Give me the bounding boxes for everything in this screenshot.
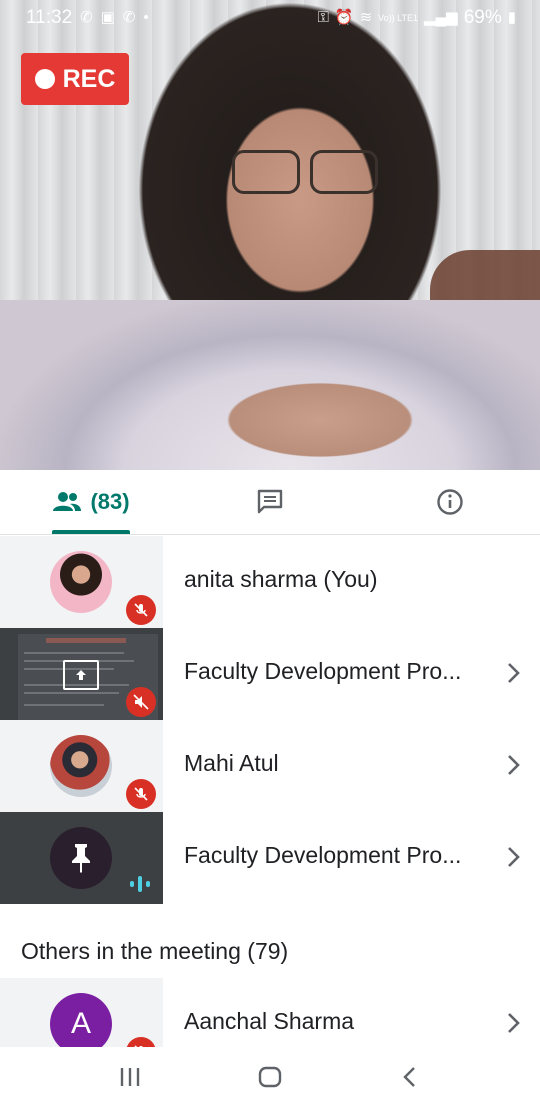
avatar	[50, 735, 112, 797]
system-nav-bar	[0, 1047, 540, 1110]
chevron-right-icon[interactable]	[506, 844, 522, 870]
avatar-initial: A	[70, 1007, 91, 1040]
participant-thumbnail	[0, 720, 163, 812]
participant-thumbnail	[0, 628, 163, 720]
mic-off-icon	[126, 595, 156, 625]
tab-bar: (83)	[0, 470, 540, 535]
participant-row[interactable]: Faculty Development Pro...	[0, 812, 540, 904]
chevron-right-icon[interactable]	[506, 752, 522, 778]
tab-people[interactable]: (83)	[0, 470, 182, 534]
participant-row[interactable]: Mahi Atul	[0, 720, 540, 812]
volume-off-icon	[126, 687, 156, 717]
network-label: Vo)) LTE1	[378, 12, 418, 23]
participant-thumbnail	[0, 536, 163, 628]
audio-speaking-icon	[130, 876, 150, 892]
people-count: (83)	[90, 489, 130, 514]
people-icon	[53, 492, 82, 511]
rec-label: REC	[62, 64, 116, 93]
participant-name: Faculty Development Pro...	[184, 842, 462, 868]
participant-row[interactable]: Faculty Development Pro...	[0, 628, 540, 720]
speaker-hands	[170, 360, 470, 470]
key-icon: ⚿	[317, 9, 329, 26]
participant-name: anita sharma (You)	[184, 566, 378, 592]
participant-name: Aanchal Sharma	[184, 1008, 355, 1034]
record-dot-icon	[34, 69, 55, 89]
signal-icon: ▂▄▆	[424, 9, 458, 26]
tab-info[interactable]	[360, 470, 540, 534]
info-icon	[437, 489, 463, 515]
pin-icon	[72, 844, 90, 873]
mic-off-icon	[126, 779, 156, 809]
active-tab-indicator	[52, 530, 130, 534]
avatar	[50, 551, 112, 613]
home-icon[interactable]	[258, 1065, 282, 1089]
avatar: A	[50, 993, 112, 1055]
screen-share-icon	[63, 660, 99, 690]
whatsapp-icon: ✆	[80, 9, 93, 26]
chevron-right-icon[interactable]	[506, 660, 522, 686]
gallery-icon: ▣	[100, 9, 115, 26]
chat-icon	[257, 489, 283, 514]
speaker-glasses	[232, 150, 382, 194]
status-bar: 11:32 ✆ ▣ ✆ • ⚿ ⏰ ≋ Vo)) LTE1 ▂▄▆ 69% ▮	[0, 0, 540, 34]
others-section-title: Others in the meeting (79)	[21, 938, 289, 964]
participant-name: Mahi Atul	[184, 750, 279, 776]
call-icon: ✆	[122, 9, 136, 26]
chevron-right-icon[interactable]	[506, 1010, 522, 1036]
recording-indicator[interactable]: REC	[21, 53, 129, 105]
avatar	[50, 827, 112, 889]
recent-apps-icon[interactable]	[118, 1065, 142, 1089]
participant-name: Faculty Development Pro...	[184, 658, 462, 684]
battery-icon: ▮	[507, 9, 516, 26]
dot-icon: •	[143, 9, 149, 26]
participant-row[interactable]: anita sharma (You)	[0, 536, 540, 628]
back-icon[interactable]	[398, 1065, 422, 1089]
battery-text: 69%	[463, 7, 502, 28]
status-time: 11:32	[26, 7, 73, 28]
participant-thumbnail	[0, 812, 163, 904]
wifi-icon: ≋	[359, 9, 373, 26]
tab-chat[interactable]	[180, 470, 360, 534]
alarm-icon: ⏰	[334, 9, 354, 26]
